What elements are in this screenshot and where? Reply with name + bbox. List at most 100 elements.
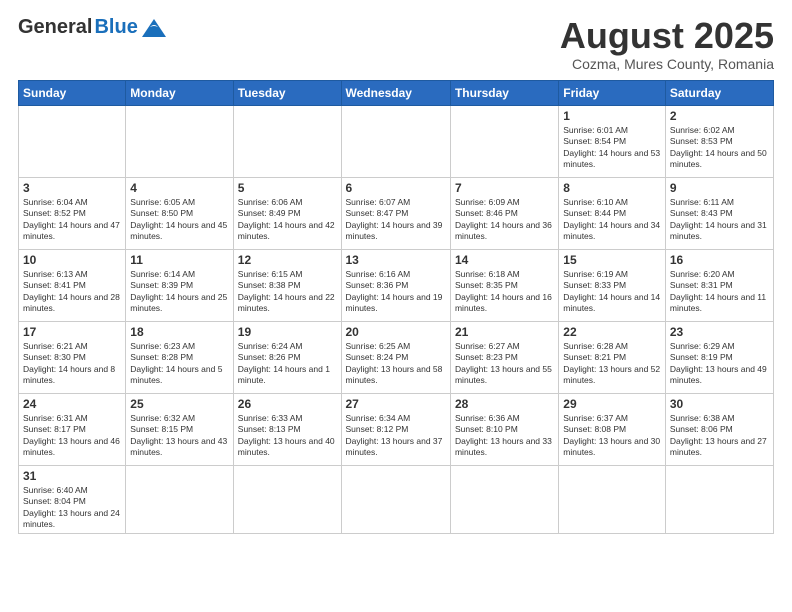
day-number: 8	[563, 181, 661, 195]
page: General Blue August 2025 Cozma, Mures Co…	[0, 0, 792, 612]
calendar-week-row: 10Sunrise: 6:13 AM Sunset: 8:41 PM Dayli…	[19, 249, 774, 321]
table-row: 1 Sunrise: 6:01 AM Sunset: 8:54 PM Daylig…	[559, 105, 666, 177]
day-info: Sunrise: 6:32 AM Sunset: 8:15 PM Dayligh…	[130, 413, 228, 459]
table-row: 23 Sunrise: 6:29 AM Sunset: 8:19 PM Dayli…	[665, 321, 773, 393]
calendar-body: 1 Sunrise: 6:01 AM Sunset: 8:54 PM Daylig…	[19, 105, 774, 534]
day-info: Sunrise: 6:10 AM Sunset: 8:44 PM Dayligh…	[563, 197, 661, 243]
day-number: 25	[130, 397, 228, 411]
day-number: 12	[238, 253, 337, 267]
day-number: 5	[238, 181, 337, 195]
table-row: 22 Sunrise: 6:28 AM Sunset: 8:21 PM Dayli…	[559, 321, 666, 393]
day-number: 22	[563, 325, 661, 339]
day-info: Sunrise: 6:34 AM Sunset: 8:12 PM Dayligh…	[346, 413, 446, 459]
table-row	[233, 105, 341, 177]
day-info: Sunrise: 6:06 AM Sunset: 8:49 PM Dayligh…	[238, 197, 337, 243]
day-info: Sunrise: 6:38 AM Sunset: 8:06 PM Dayligh…	[670, 413, 769, 459]
table-row: 9Sunrise: 6:11 AM Sunset: 8:43 PM Daylig…	[665, 177, 773, 249]
table-row: 7 Sunrise: 6:09 AM Sunset: 8:46 PM Daylig…	[450, 177, 558, 249]
table-row: 20 Sunrise: 6:25 AM Sunset: 8:24 PM Dayli…	[341, 321, 450, 393]
day-info: Sunrise: 6:19 AM Sunset: 8:33 PM Dayligh…	[563, 269, 661, 315]
day-number: 31	[23, 469, 121, 483]
day-info: Sunrise: 6:36 AM Sunset: 8:10 PM Dayligh…	[455, 413, 554, 459]
day-info: Sunrise: 6:28 AM Sunset: 8:21 PM Dayligh…	[563, 341, 661, 387]
day-number: 21	[455, 325, 554, 339]
table-row: 16 Sunrise: 6:20 AM Sunset: 8:31 PM Dayli…	[665, 249, 773, 321]
table-row	[341, 465, 450, 534]
table-row	[233, 465, 341, 534]
table-row: 2 Sunrise: 6:02 AM Sunset: 8:53 PM Daylig…	[665, 105, 773, 177]
table-row: 25 Sunrise: 6:32 AM Sunset: 8:15 PM Dayli…	[126, 393, 233, 465]
table-row: 15 Sunrise: 6:19 AM Sunset: 8:33 PM Dayli…	[559, 249, 666, 321]
day-number: 24	[23, 397, 121, 411]
day-number: 16	[670, 253, 769, 267]
day-info: Sunrise: 6:15 AM Sunset: 8:38 PM Dayligh…	[238, 269, 337, 315]
day-info: Sunrise: 6:05 AM Sunset: 8:50 PM Dayligh…	[130, 197, 228, 243]
table-row: 17Sunrise: 6:21 AM Sunset: 8:30 PM Dayli…	[19, 321, 126, 393]
day-number: 14	[455, 253, 554, 267]
day-number: 28	[455, 397, 554, 411]
table-row: 29Sunrise: 6:37 AM Sunset: 8:08 PM Dayli…	[559, 393, 666, 465]
logo-general-text: General	[18, 16, 92, 39]
title-block: August 2025 Cozma, Mures County, Romania	[560, 16, 774, 72]
table-row: 24 Sunrise: 6:31 AM Sunset: 8:17 PM Dayli…	[19, 393, 126, 465]
table-row: 14 Sunrise: 6:18 AM Sunset: 8:35 PM Dayli…	[450, 249, 558, 321]
day-info: Sunrise: 6:31 AM Sunset: 8:17 PM Dayligh…	[23, 413, 121, 459]
day-info: Sunrise: 6:25 AM Sunset: 8:24 PM Dayligh…	[346, 341, 446, 387]
day-info: Sunrise: 6:13 AM Sunset: 8:41 PM Dayligh…	[23, 269, 121, 315]
day-info: Sunrise: 6:18 AM Sunset: 8:35 PM Dayligh…	[455, 269, 554, 315]
day-number: 20	[346, 325, 446, 339]
calendar-week-row: 3Sunrise: 6:04 AM Sunset: 8:52 PM Daylig…	[19, 177, 774, 249]
table-row	[559, 465, 666, 534]
calendar-header-row: Sunday Monday Tuesday Wednesday Thursday…	[19, 80, 774, 105]
table-row	[126, 465, 233, 534]
header: General Blue August 2025 Cozma, Mures Co…	[18, 16, 774, 72]
table-row: 10Sunrise: 6:13 AM Sunset: 8:41 PM Dayli…	[19, 249, 126, 321]
day-info: Sunrise: 6:33 AM Sunset: 8:13 PM Dayligh…	[238, 413, 337, 459]
day-number: 13	[346, 253, 446, 267]
table-row: 27 Sunrise: 6:34 AM Sunset: 8:12 PM Dayli…	[341, 393, 450, 465]
day-info: Sunrise: 6:14 AM Sunset: 8:39 PM Dayligh…	[130, 269, 228, 315]
table-row	[665, 465, 773, 534]
calendar-week-row: 24 Sunrise: 6:31 AM Sunset: 8:17 PM Dayli…	[19, 393, 774, 465]
table-row: 31Sunrise: 6:40 AM Sunset: 8:04 PM Dayli…	[19, 465, 126, 534]
day-info: Sunrise: 6:01 AM Sunset: 8:54 PM Dayligh…	[563, 125, 661, 171]
day-number: 9	[670, 181, 769, 195]
col-sunday: Sunday	[19, 80, 126, 105]
day-info: Sunrise: 6:09 AM Sunset: 8:46 PM Dayligh…	[455, 197, 554, 243]
table-row	[341, 105, 450, 177]
day-number: 2	[670, 109, 769, 123]
day-info: Sunrise: 6:04 AM Sunset: 8:52 PM Dayligh…	[23, 197, 121, 243]
calendar-week-row: 1 Sunrise: 6:01 AM Sunset: 8:54 PM Daylig…	[19, 105, 774, 177]
day-number: 7	[455, 181, 554, 195]
logo-image: General Blue	[18, 16, 168, 39]
table-row	[450, 105, 558, 177]
month-title: August 2025	[560, 16, 774, 56]
day-info: Sunrise: 6:20 AM Sunset: 8:31 PM Dayligh…	[670, 269, 769, 315]
day-number: 27	[346, 397, 446, 411]
col-thursday: Thursday	[450, 80, 558, 105]
subtitle: Cozma, Mures County, Romania	[560, 56, 774, 72]
day-number: 18	[130, 325, 228, 339]
table-row: 26Sunrise: 6:33 AM Sunset: 8:13 PM Dayli…	[233, 393, 341, 465]
logo-icon	[140, 17, 168, 39]
table-row: 30 Sunrise: 6:38 AM Sunset: 8:06 PM Dayli…	[665, 393, 773, 465]
table-row: 28 Sunrise: 6:36 AM Sunset: 8:10 PM Dayli…	[450, 393, 558, 465]
day-number: 15	[563, 253, 661, 267]
day-number: 17	[23, 325, 121, 339]
day-info: Sunrise: 6:23 AM Sunset: 8:28 PM Dayligh…	[130, 341, 228, 387]
day-number: 29	[563, 397, 661, 411]
calendar-week-row: 17Sunrise: 6:21 AM Sunset: 8:30 PM Dayli…	[19, 321, 774, 393]
day-number: 23	[670, 325, 769, 339]
table-row: 6Sunrise: 6:07 AM Sunset: 8:47 PM Daylig…	[341, 177, 450, 249]
day-info: Sunrise: 6:29 AM Sunset: 8:19 PM Dayligh…	[670, 341, 769, 387]
table-row: 19Sunrise: 6:24 AM Sunset: 8:26 PM Dayli…	[233, 321, 341, 393]
day-number: 1	[563, 109, 661, 123]
day-info: Sunrise: 6:07 AM Sunset: 8:47 PM Dayligh…	[346, 197, 446, 243]
day-number: 30	[670, 397, 769, 411]
day-info: Sunrise: 6:24 AM Sunset: 8:26 PM Dayligh…	[238, 341, 337, 387]
table-row: 11Sunrise: 6:14 AM Sunset: 8:39 PM Dayli…	[126, 249, 233, 321]
day-number: 4	[130, 181, 228, 195]
col-saturday: Saturday	[665, 80, 773, 105]
table-row: 3Sunrise: 6:04 AM Sunset: 8:52 PM Daylig…	[19, 177, 126, 249]
day-info: Sunrise: 6:02 AM Sunset: 8:53 PM Dayligh…	[670, 125, 769, 171]
